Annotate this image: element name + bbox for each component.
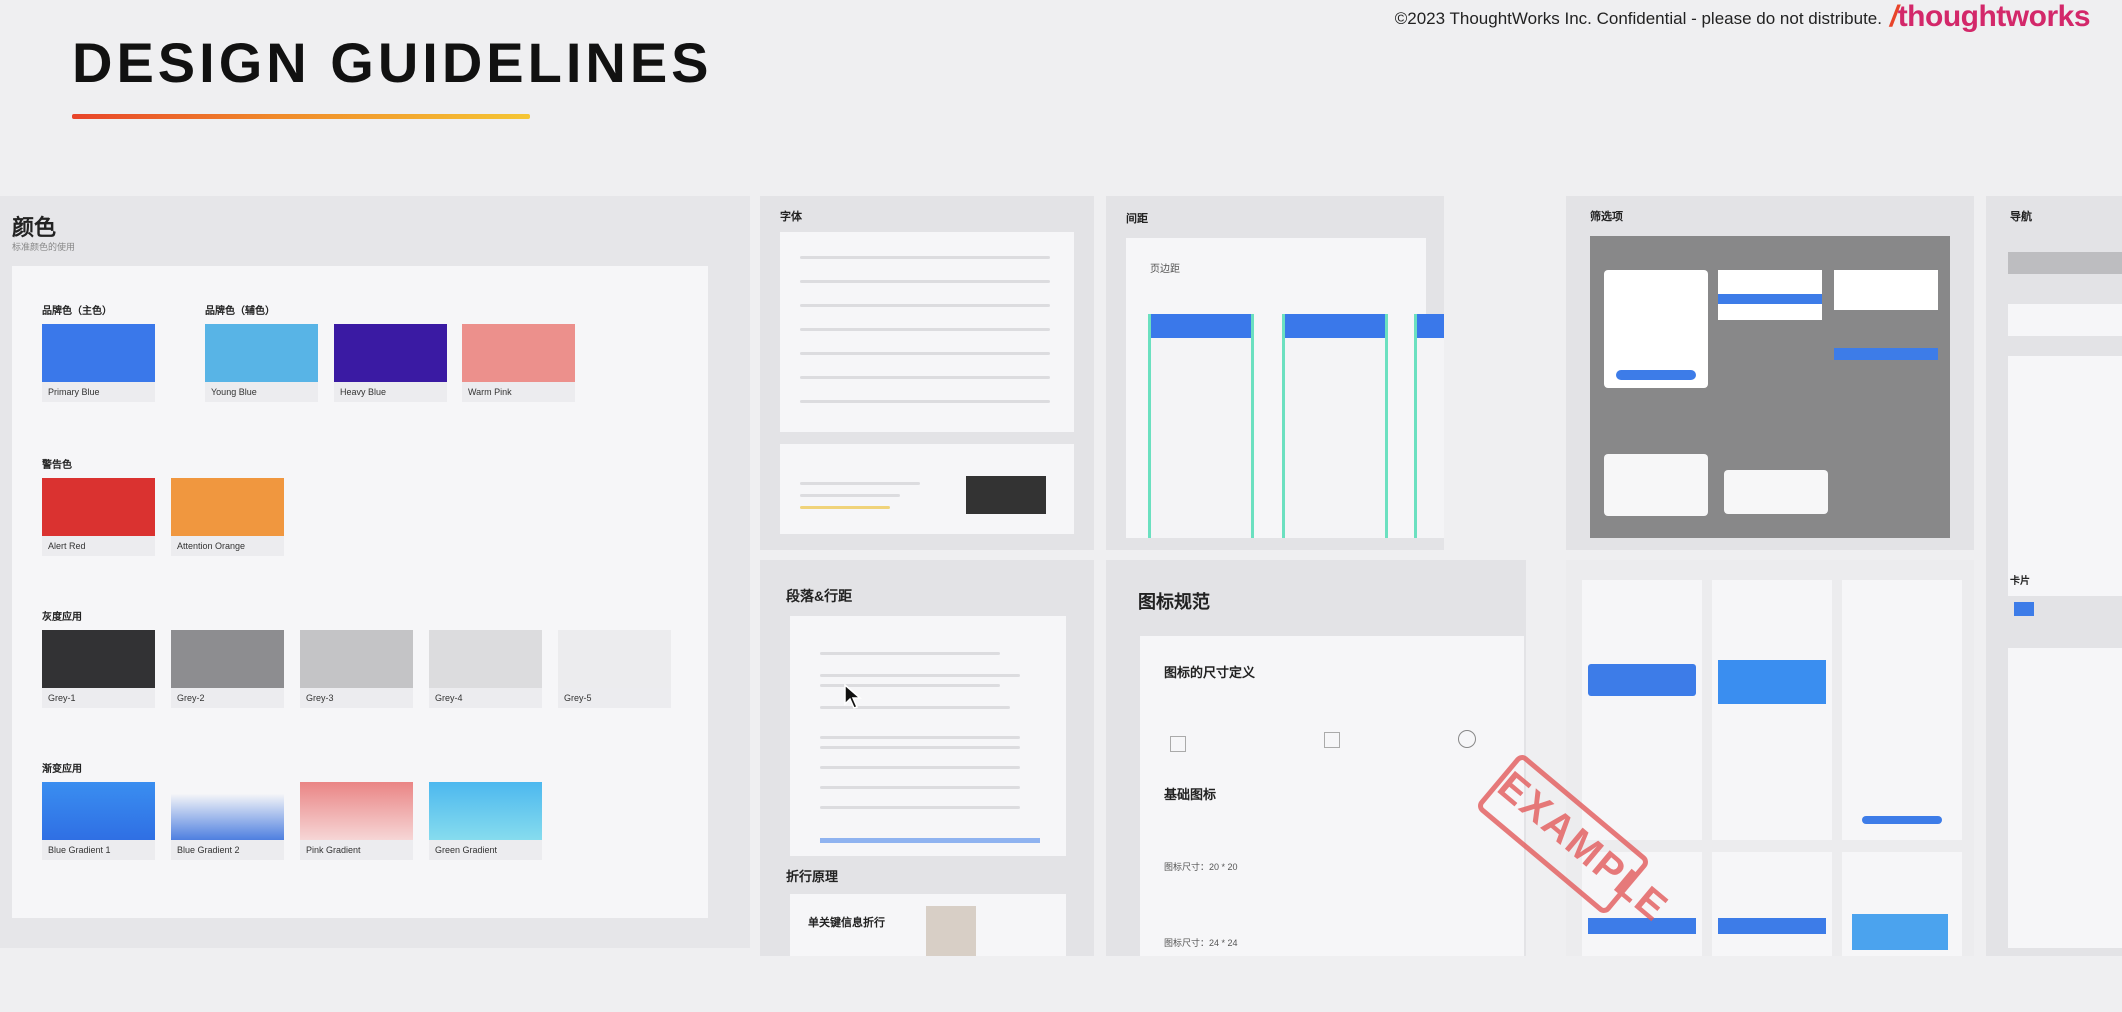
- swatch-pink-gradient: Pink Gradient: [300, 782, 413, 860]
- swatch-heavy-blue: Heavy Blue: [334, 324, 447, 402]
- nav-bar-1: [2008, 252, 2122, 274]
- swatch-primary-blue: Primary Blue: [42, 324, 155, 402]
- swatch-grey-1: Grey-1: [42, 630, 155, 708]
- wrap-title: 折行原理: [786, 869, 839, 884]
- nav-panel: 导航 卡片: [1986, 196, 2122, 956]
- nav-tab-samples: [2008, 356, 2122, 596]
- swatch-grey-4: Grey-4: [429, 630, 542, 708]
- colors-title: 颜色: [12, 215, 57, 240]
- page-title: DESIGN GUIDELINES: [72, 31, 713, 94]
- filter-selected: [1834, 348, 1938, 360]
- nav-card-list: [2008, 648, 2122, 948]
- typography-title: 字体: [780, 211, 802, 223]
- swatch-grey-3: Grey-3: [300, 630, 413, 708]
- screen-6: [1842, 852, 1962, 956]
- screen-3: [1842, 580, 1962, 840]
- icon-panel: 图标规范 图标的尺寸定义 基础图标 图标尺寸：20 * 20 图标尺寸：24 *…: [1106, 560, 1526, 956]
- spacing-subtitle: 页边距: [1150, 264, 1180, 275]
- typography-panel: 字体: [760, 196, 1094, 550]
- swatch-green-gradient: Green Gradient: [429, 782, 542, 860]
- icon-size-title: 图标的尺寸定义: [1164, 665, 1256, 680]
- brand-secondary-label: 品牌色（辅色）: [205, 306, 275, 317]
- swatch-grey-2: Grey-2: [171, 630, 284, 708]
- typography-example-card: [780, 444, 1074, 534]
- warning-label: 警告色: [42, 460, 72, 471]
- swatch-young-blue: Young Blue: [205, 324, 318, 402]
- wrap-subtitle: 单关键信息折行: [808, 917, 885, 929]
- colors-card: 品牌色（主色） 品牌色（辅色） Primary Blue Young Blue …: [12, 266, 708, 918]
- paragraph-title: 段落&行距: [786, 588, 853, 604]
- icon-title: 图标规范: [1138, 592, 1210, 612]
- wrap-thumbnail: [926, 906, 976, 956]
- filter-panel: 筛选项: [1566, 196, 1974, 550]
- card-section-title: 卡片: [2010, 576, 2030, 587]
- colors-subtitle: 标准颜色的使用: [12, 242, 76, 252]
- swatch-alert-red: Alert Red: [42, 478, 155, 556]
- phone-mock-3: [1414, 314, 1444, 538]
- filter-title: 筛选项: [1590, 211, 1623, 223]
- brand-name: thoughtworks: [1897, 0, 2091, 33]
- colors-panel: 颜色 标准颜色的使用 品牌色（主色） 品牌色（辅色） Primary Blue …: [0, 196, 750, 948]
- brand-primary-label: 品牌色（主色）: [42, 306, 112, 317]
- phone-mock-2: [1282, 314, 1388, 538]
- spacing-panel: 间距 页边距: [1106, 196, 1444, 550]
- mouse-cursor-icon: [844, 684, 862, 709]
- filter-dropdown-1: [1604, 270, 1708, 388]
- icon-card: 图标的尺寸定义 基础图标 图标尺寸：20 * 20 图标尺寸：24 * 24: [1140, 636, 1524, 956]
- thoughtworks-logo: /thoughtworks: [1889, 0, 2091, 33]
- phone-mock-1: [1148, 314, 1254, 538]
- gradient-label: 渐变应用: [42, 764, 82, 775]
- swatch-grey-5: Grey-5: [558, 630, 671, 708]
- icon-sample-1: [1170, 736, 1186, 752]
- icon-size-a: 图标尺寸：20 * 20: [1164, 862, 1238, 872]
- filter-dropdown-2: [1718, 270, 1822, 320]
- filter-sheet-2: [1724, 470, 1828, 514]
- typography-table-card: [780, 232, 1074, 432]
- swatch-blue-gradient-1: Blue Gradient 1: [42, 782, 155, 860]
- swatch-warm-pink: Warm Pink: [462, 324, 575, 402]
- swatch-attention-orange: Attention Orange: [171, 478, 284, 556]
- icon-basic-title: 基础图标: [1164, 787, 1217, 802]
- confidential-notice: ©2023 ThoughtWorks Inc. Confidential - p…: [1394, 9, 1882, 28]
- wrap-card: 单关键信息折行: [790, 894, 1066, 956]
- icon-sample-3: [1458, 730, 1476, 748]
- icon-size-b: 图标尺寸：24 * 24: [1164, 938, 1238, 948]
- filter-sheet-1: [1604, 454, 1708, 516]
- icon-sample-2: [1324, 732, 1340, 748]
- gray-label: 灰度应用: [42, 612, 82, 623]
- screen-1: [1582, 580, 1702, 840]
- nav-title: 导航: [2010, 211, 2032, 223]
- spacing-title: 间距: [1126, 213, 1148, 225]
- screen-5: [1712, 852, 1832, 956]
- filter-overlay: [1590, 236, 1950, 538]
- spacing-card: 页边距: [1126, 238, 1426, 538]
- swatch-blue-gradient-2: Blue Gradient 2: [171, 782, 284, 860]
- filter-dropdown-3: [1834, 270, 1938, 310]
- title-underline: [72, 114, 530, 119]
- nav-bar-2: [2008, 304, 2122, 336]
- paragraph-panel: 段落&行距 折行原理 单关键信息折行: [760, 560, 1094, 956]
- screen-2: [1712, 580, 1832, 840]
- paragraph-card: [790, 616, 1066, 856]
